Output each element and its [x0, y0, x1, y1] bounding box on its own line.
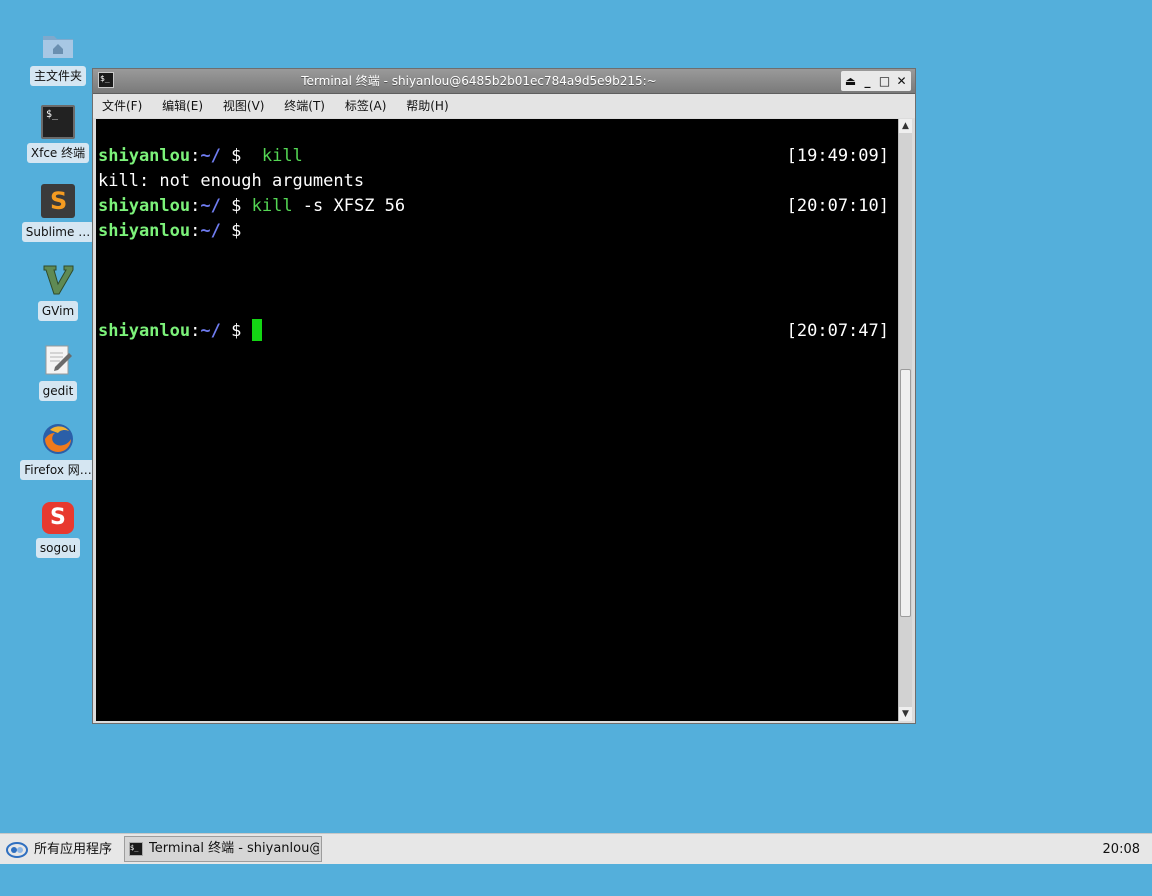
command-text: kill: [251, 146, 303, 166]
menu-view[interactable]: 视图(V): [220, 94, 268, 118]
terminal-output[interactable]: shiyanlou:~/ $ kill [19:49:09] kill: not …: [96, 119, 899, 721]
maximize-button[interactable]: □: [877, 71, 892, 91]
applications-menu-label: 所有应用程序: [34, 842, 113, 857]
scroll-down-arrow-icon[interactable]: ▼: [899, 707, 912, 721]
shade-button[interactable]: ⏏: [843, 71, 858, 91]
scrollbar-thumb[interactable]: [900, 369, 911, 617]
minimize-button[interactable]: _: [860, 71, 875, 91]
terminal-window[interactable]: $_ Terminal 终端 - shiyanlou@6485b2b01ec78…: [92, 68, 916, 724]
terminal-line: shiyanlou:~/ $ [20:07:47]: [98, 319, 891, 344]
window-title: Terminal 终端 - shiyanlou@6485b2b01ec784a9…: [301, 74, 657, 88]
terminal-icon: $_: [41, 105, 75, 139]
desktop-icon-sogou[interactable]: S sogou: [20, 502, 96, 562]
sublime-icon: S: [41, 184, 75, 218]
timestamp: [19:49:09]: [786, 146, 889, 166]
menu-file[interactable]: 文件(F): [99, 94, 145, 118]
desktop-icon-label: Xfce 终端: [26, 143, 90, 163]
output-text: kill: not enough arguments: [98, 171, 365, 191]
window-titlebar[interactable]: $_ Terminal 终端 - shiyanlou@6485b2b01ec78…: [93, 69, 915, 94]
desktop-icon-label: sogou: [35, 538, 81, 558]
desktop-icon-terminal[interactable]: $_ Xfce 终端: [20, 105, 96, 167]
vertical-scrollbar[interactable]: ▲ ▼: [898, 119, 912, 721]
timestamp: [20:07:10]: [786, 196, 889, 216]
gedit-icon: [41, 343, 75, 377]
menu-bar: 文件(F) 编辑(E) 视图(V) 终端(T) 标签(A) 帮助(H): [93, 94, 915, 118]
desktop-icon-gedit[interactable]: gedit: [20, 343, 96, 405]
terminal-line: shiyanlou:~/ $ kill -s XFSZ 56 [20:07:10]: [98, 194, 891, 219]
desktop-icon-label: gedit: [38, 381, 78, 401]
xfce-logo-icon: [6, 842, 28, 858]
terminal-line: shiyanlou:~/ $ kill [19:49:09]: [98, 144, 891, 169]
gvim-icon: V: [41, 263, 75, 297]
window-controls: ⏏ _ □ ✕: [841, 71, 911, 91]
timestamp: [20:07:47]: [786, 321, 889, 341]
sogou-icon: S: [42, 502, 74, 534]
menu-edit[interactable]: 编辑(E): [159, 94, 206, 118]
terminal-icon: $_: [129, 842, 143, 856]
desktop-icon-home[interactable]: 主文件夹: [20, 28, 96, 90]
taskbar: 所有应用程序 $_ Terminal 终端 - shiyanlou@… 20:0…: [0, 833, 1152, 864]
menu-help[interactable]: 帮助(H): [403, 94, 451, 118]
menu-terminal[interactable]: 终端(T): [281, 94, 328, 118]
home-folder-icon: [41, 28, 75, 62]
terminal-app-icon[interactable]: $_: [98, 72, 114, 88]
desktop-icon-gvim[interactable]: V GVim: [20, 263, 96, 325]
desktop-icon-sublime[interactable]: S Sublime …: [20, 184, 96, 246]
command-args: -s XFSZ 56: [292, 196, 406, 216]
taskbar-item-label: Terminal 终端 - shiyanlou@…: [149, 841, 319, 856]
desktop-icon-label: Sublime …: [21, 222, 95, 242]
scroll-up-arrow-icon[interactable]: ▲: [899, 119, 912, 133]
desktop-icon-firefox[interactable]: Firefox 网…: [20, 422, 96, 484]
desktop-icon-label: 主文件夹: [29, 66, 86, 86]
desktop-icon-label: GVim: [37, 301, 79, 321]
desktop-icon-label: Firefox 网…: [20, 460, 96, 480]
command-text: kill: [251, 196, 293, 216]
terminal-line: shiyanlou:~/ $: [98, 221, 242, 241]
menu-tabs[interactable]: 标签(A): [342, 94, 390, 118]
text-cursor: [251, 319, 262, 341]
applications-menu-button[interactable]: 所有应用程序: [6, 840, 112, 860]
firefox-icon: [41, 422, 75, 456]
terminal-line: kill: not enough arguments: [98, 169, 891, 194]
taskbar-item-terminal[interactable]: $_ Terminal 终端 - shiyanlou@…: [124, 836, 322, 862]
clock[interactable]: 20:08: [1103, 840, 1140, 860]
close-button[interactable]: ✕: [894, 71, 909, 91]
